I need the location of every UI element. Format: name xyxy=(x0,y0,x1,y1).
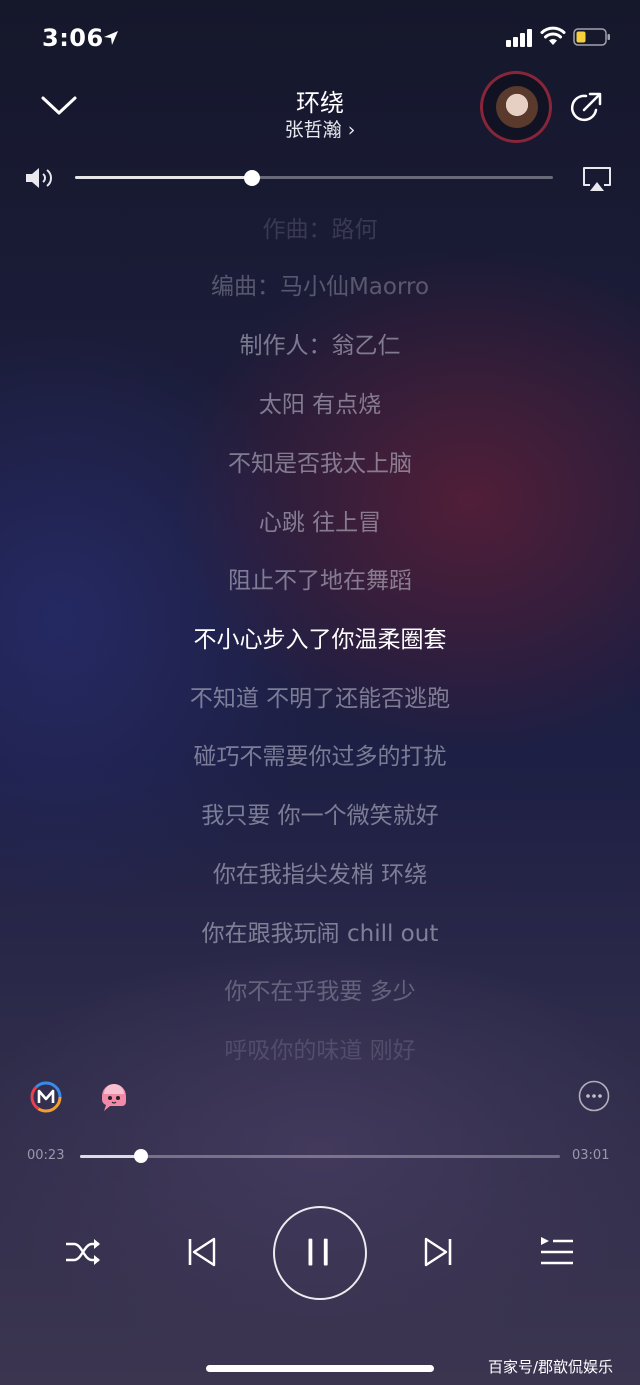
lyric-line: 不知是否我太上脑 xyxy=(228,451,412,477)
lyric-line: 呼吸你的味道 刚好 xyxy=(224,1038,416,1064)
total-time: 03:01 xyxy=(572,1148,610,1163)
shuffle-icon[interactable] xyxy=(63,1234,103,1270)
elapsed-time: 00:23 xyxy=(27,1148,65,1163)
lyric-line: 编曲：马小仙Maorro xyxy=(210,274,430,300)
lyric-line: 碰巧不需要你过多的打扰 xyxy=(193,744,447,770)
artist-link[interactable]: 张哲瀚 › xyxy=(220,115,420,142)
m-logo-icon[interactable] xyxy=(29,1080,63,1114)
airplay-icon[interactable] xyxy=(581,165,613,193)
lyric-line: 太阳 有点烧 xyxy=(258,392,382,418)
lyric-line: 作曲：路何 xyxy=(262,217,378,243)
wifi-icon xyxy=(540,26,566,45)
album-cover-avatar[interactable] xyxy=(496,86,538,128)
signal-icon xyxy=(506,29,532,47)
playlist-icon[interactable] xyxy=(538,1234,574,1268)
lyric-line: 心跳 往上冒 xyxy=(258,510,382,536)
lyric-line: 你在跟我玩闹 chill out xyxy=(201,921,439,947)
chevron-right-icon: › xyxy=(341,119,356,141)
next-icon[interactable] xyxy=(422,1236,454,1268)
location-arrow-icon xyxy=(104,31,118,45)
share-icon[interactable] xyxy=(568,90,604,126)
lyric-line: 不知道 不明了还能否逃跑 xyxy=(189,686,451,712)
lyric-line: 你在我指尖发梢 环绕 xyxy=(212,862,428,888)
lyric-line: 制作人：翁乙仁 xyxy=(239,333,401,359)
lyric-line: 我只要 你一个微笑就好 xyxy=(201,803,439,829)
artist-name: 张哲瀚 xyxy=(284,119,342,141)
lyric-line: 阻止不了地在舞蹈 xyxy=(228,568,412,594)
home-indicator[interactable] xyxy=(206,1365,434,1372)
song-title: 环绕 xyxy=(296,89,344,117)
chevron-down-icon[interactable] xyxy=(40,92,78,118)
progress-fill xyxy=(80,1155,141,1158)
watermark: 百家号/郡歆侃娱乐 xyxy=(488,1358,614,1376)
mascot-icon[interactable] xyxy=(96,1078,132,1114)
progress-knob[interactable] xyxy=(133,1149,148,1163)
speaker-icon[interactable] xyxy=(24,166,54,190)
current-lyric-line: 不小心步入了你温柔圈套 xyxy=(193,627,447,653)
volume-fill xyxy=(75,176,252,179)
volume-knob[interactable] xyxy=(243,170,260,186)
battery-icon xyxy=(573,28,610,46)
pause-icon xyxy=(308,1238,328,1266)
lyrics-panel[interactable]: 作曲：路何 编曲：马小仙Maorro 制作人：翁乙仁 太阳 有点烧 不知是否我太… xyxy=(0,210,640,1070)
progress-slider[interactable] xyxy=(80,1155,560,1158)
status-time: 3:06 xyxy=(42,24,104,52)
previous-icon[interactable] xyxy=(186,1236,218,1268)
lyric-line: 你不在乎我要 多少 xyxy=(224,979,416,1005)
play-pause-button[interactable] xyxy=(273,1206,367,1300)
battery-level xyxy=(576,31,586,43)
more-icon[interactable] xyxy=(578,1080,610,1112)
